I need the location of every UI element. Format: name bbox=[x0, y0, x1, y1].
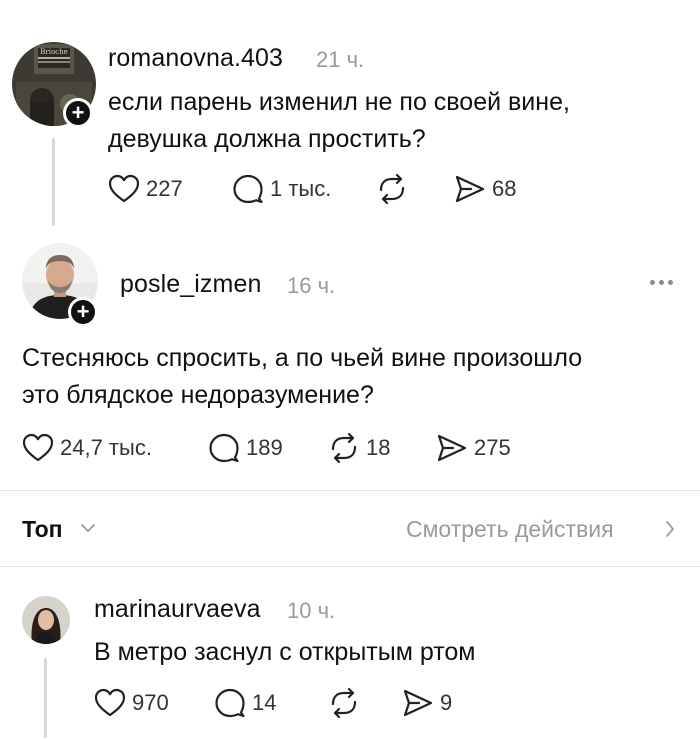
like-button[interactable]: 970 bbox=[94, 688, 169, 718]
more-icon[interactable] bbox=[650, 280, 673, 285]
share-icon bbox=[455, 175, 485, 203]
avatar[interactable] bbox=[22, 596, 70, 644]
avatar-logo-text: Brioche bbox=[40, 48, 68, 56]
comment-icon bbox=[233, 174, 263, 204]
reply-text: В метро заснул с открытым ртом bbox=[94, 638, 476, 666]
timestamp: 16 ч. bbox=[287, 273, 336, 298]
plus-icon: + bbox=[76, 299, 90, 324]
share-icon bbox=[437, 434, 467, 462]
comment-icon bbox=[215, 688, 245, 718]
view-activity-link[interactable]: Смотреть действия bbox=[406, 516, 614, 543]
like-count: 227 bbox=[146, 176, 183, 201]
plus-icon: + bbox=[71, 100, 85, 125]
comment-count: 14 bbox=[252, 690, 277, 715]
comment-icon bbox=[209, 433, 239, 463]
comment-count: 1 тыс. bbox=[270, 176, 332, 201]
follow-plus-button[interactable]: + bbox=[68, 297, 98, 327]
comment-button[interactable]: 14 bbox=[214, 688, 276, 718]
like-count: 24,7 тыс. bbox=[60, 435, 152, 460]
chevron-down-icon[interactable] bbox=[80, 522, 96, 534]
heart-icon bbox=[108, 174, 140, 203]
repost-count: 18 bbox=[366, 435, 391, 460]
timestamp: 21 ч. bbox=[316, 47, 365, 72]
divider bbox=[0, 490, 700, 491]
post-text-line: девушка должна простить? bbox=[108, 125, 426, 153]
sort-dropdown[interactable]: Топ bbox=[22, 516, 63, 543]
timestamp: 10 ч. bbox=[287, 598, 336, 623]
heart-icon bbox=[94, 688, 126, 717]
avatar-image bbox=[22, 596, 70, 644]
heart-icon bbox=[22, 433, 54, 462]
share-icon bbox=[403, 689, 433, 717]
username[interactable]: marinaurvaeva bbox=[94, 595, 261, 624]
like-count: 970 bbox=[132, 690, 169, 715]
username[interactable]: romanovna.403 bbox=[108, 44, 283, 73]
comment-button[interactable]: 189 bbox=[208, 433, 283, 463]
share-button[interactable]: 275 bbox=[436, 433, 511, 463]
repost-icon bbox=[331, 688, 357, 718]
post-romanovna: Brioche + romanovna.403 21 ч. если парен… bbox=[0, 0, 700, 235]
post-text-line: Стесняюсь спросить, а по чьей вине произ… bbox=[22, 344, 583, 372]
post-text-line: если парень изменил не по своей вине, bbox=[108, 88, 570, 116]
username[interactable]: posle_izmen bbox=[120, 270, 261, 299]
share-count: 68 bbox=[492, 176, 517, 201]
post-text: если парень изменил не по своей вине, де… bbox=[108, 84, 688, 158]
share-button[interactable]: 68 bbox=[454, 174, 516, 204]
reply-marinaurvaeva: marinaurvaeva 10 ч. В метро заснул с отк… bbox=[0, 566, 700, 739]
share-count: 275 bbox=[474, 435, 511, 460]
share-button[interactable]: 9 bbox=[402, 688, 452, 718]
comment-count: 189 bbox=[246, 435, 283, 460]
thread-line bbox=[52, 138, 55, 226]
share-count: 9 bbox=[440, 690, 453, 715]
repost-button[interactable]: 18 bbox=[328, 433, 390, 463]
repost-icon bbox=[379, 174, 405, 204]
like-button[interactable]: 24,7 тыс. bbox=[22, 433, 152, 463]
follow-plus-button[interactable]: + bbox=[63, 98, 93, 128]
post-text-line: это блядское недоразумение? bbox=[22, 381, 374, 409]
repost-icon bbox=[331, 433, 357, 463]
like-button[interactable]: 227 bbox=[108, 174, 183, 204]
thread-line bbox=[44, 658, 47, 738]
action-bar: 24,7 тыс. 189 18 275 bbox=[22, 433, 622, 465]
chevron-right-icon[interactable] bbox=[664, 520, 676, 538]
action-bar: 970 14 9 bbox=[94, 688, 594, 720]
post-posle-izmen: + posle_izmen 16 ч. Стесняюсь спросить, … bbox=[0, 235, 700, 490]
comment-button[interactable]: 1 тыс. bbox=[232, 174, 331, 204]
repost-button[interactable] bbox=[328, 688, 366, 718]
repost-button[interactable] bbox=[376, 174, 414, 204]
action-bar: 227 1 тыс. 68 bbox=[108, 174, 608, 206]
post-text: Стесняюсь спросить, а по чьей вине произ… bbox=[22, 340, 682, 414]
